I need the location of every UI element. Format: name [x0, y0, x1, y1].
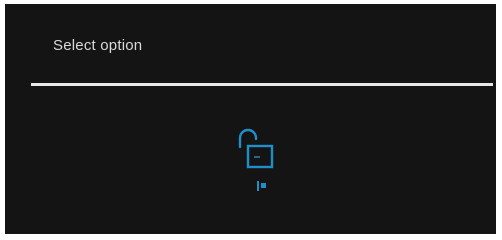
title-divider: [31, 83, 493, 86]
unlock-option[interactable]: [230, 124, 290, 194]
select-option-dialog: Select option: [5, 4, 496, 234]
dialog-title: Select option: [53, 37, 143, 54]
unlocked-padlock-icon: [238, 128, 274, 191]
